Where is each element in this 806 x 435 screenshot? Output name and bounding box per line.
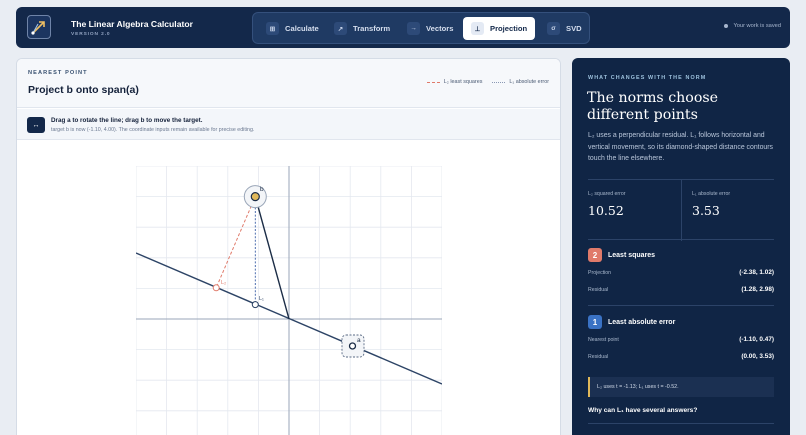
row-value: (1.28, 2.98) xyxy=(741,286,774,293)
sigma-icon: σ xyxy=(547,22,560,35)
tab-vectors[interactable]: → Vectors xyxy=(399,17,458,40)
tab-label: Calculate xyxy=(285,24,319,33)
app-title: The Linear Algebra Calculator xyxy=(71,19,193,29)
section-title: Least squares xyxy=(608,251,656,259)
drag-arrows-icon: ↔ xyxy=(27,117,45,133)
grid-icon: ⊞ xyxy=(266,22,279,35)
main-nav: ⊞ Calculate ↗ Transform → Vectors ⊥ Proj… xyxy=(252,12,590,44)
metric-l1: L₁ absolute error 3.53 xyxy=(681,180,774,241)
tab-projection[interactable]: ⊥ Projection xyxy=(463,17,535,40)
tab-label: SVD xyxy=(566,24,582,33)
row-value: (0.00, 3.53) xyxy=(741,353,774,360)
perpendicular-icon: ⊥ xyxy=(471,22,484,35)
legend-label-l2: L₂ least squares xyxy=(443,79,483,85)
tab-label: Projection xyxy=(490,24,528,33)
metric-l2: L₂ squared error 10.52 xyxy=(588,180,681,241)
why-question-link[interactable]: Why can L₁ have several answers? xyxy=(588,407,697,414)
list-item: Residual (1.28, 2.98) xyxy=(588,283,774,299)
panel-eyebrow: WHAT CHANGES WITH THE NORM xyxy=(588,75,707,81)
error-metrics: L₂ squared error 10.52 L₁ absolute error… xyxy=(588,179,774,241)
tab-calculate[interactable]: ⊞ Calculate xyxy=(258,17,322,40)
hint-title: Drag a to rotate the line; drag b to mov… xyxy=(51,117,203,124)
least-absolute-section: 1 Least absolute error Nearest point (-1… xyxy=(588,315,774,366)
tab-label: Vectors xyxy=(426,24,454,33)
dotted-line-icon xyxy=(492,81,506,83)
row-value: (-1.10, 0.47) xyxy=(739,336,774,343)
section-header: 2 Least squares xyxy=(588,248,774,262)
badge: 2 xyxy=(588,248,602,262)
tab-label: Transform xyxy=(353,24,391,33)
parameter-note: L₂ uses t = -1.13; L₁ uses t = -0.52. xyxy=(588,377,774,397)
app-logo xyxy=(27,15,51,39)
plot-legend: L₂ least squares L₁ absolute error xyxy=(417,79,549,85)
point-b-label: b xyxy=(260,186,264,193)
section-title: Least absolute error xyxy=(608,318,676,326)
section-header: 1 Least absolute error xyxy=(588,315,774,329)
projection-panel: NEAREST POINT Project b onto span(a) L₂ … xyxy=(16,58,561,435)
norms-panel: WHAT CHANGES WITH THE NORM The norms cho… xyxy=(572,58,790,435)
app-version: VERSION 2.0 xyxy=(71,32,111,37)
dashed-line-icon xyxy=(426,81,440,83)
l2-point xyxy=(212,284,220,292)
save-status-text: Your work is saved xyxy=(733,23,781,29)
metric-value: 3.53 xyxy=(692,203,720,218)
projection-plot[interactable]: L₂ L₁ b a xyxy=(136,166,442,435)
point-a[interactable] xyxy=(348,342,357,350)
page-title: Project b onto span(a) xyxy=(28,84,139,96)
metric-label: L₂ squared error xyxy=(588,191,626,197)
tab-transform[interactable]: ↗ Transform xyxy=(326,17,394,40)
hint-detail: target b is now (-1.10, 4.00). The coord… xyxy=(51,127,255,133)
divider xyxy=(588,305,774,306)
status-dot-icon xyxy=(724,24,729,28)
row-key: Residual xyxy=(588,287,609,293)
row-key: Nearest point xyxy=(588,337,619,343)
point-b[interactable] xyxy=(250,192,260,202)
note-text: L₂ uses t = -1.13; L₁ uses t = -0.52. xyxy=(597,384,679,390)
point-a-label: a xyxy=(357,337,361,344)
arrow-right-icon: → xyxy=(407,22,420,35)
tab-svd[interactable]: σ SVD xyxy=(539,17,585,40)
badge: 1 xyxy=(588,315,602,329)
row-key: Residual xyxy=(588,354,609,360)
row-key: Projection xyxy=(588,270,612,276)
calculator-logo-icon xyxy=(31,21,45,35)
list-item: Residual (0.00, 3.53) xyxy=(588,350,774,366)
section-eyebrow: NEAREST POINT xyxy=(28,70,88,76)
panel-title: The norms choose different points xyxy=(587,90,719,123)
l1-point-label: L₁ xyxy=(259,296,264,302)
list-item: Projection (-2.38, 1.02) xyxy=(588,266,774,282)
drag-hint: ↔ Drag a to rotate the line; drag b to m… xyxy=(17,109,560,140)
row-value: (-2.38, 1.02) xyxy=(739,269,774,276)
app-header: The Linear Algebra Calculator VERSION 2.… xyxy=(16,7,790,48)
list-item: Nearest point (-1.10, 0.47) xyxy=(588,333,774,349)
least-squares-section: 2 Least squares Projection (-2.38, 1.02)… xyxy=(588,248,774,299)
l2-point-label: L₂ xyxy=(221,280,226,286)
l2-residual xyxy=(215,196,256,288)
metric-value: 10.52 xyxy=(588,203,624,218)
legend-item-l1: L₁ absolute error xyxy=(492,79,549,85)
arrow-up-right-icon: ↗ xyxy=(334,22,347,35)
legend-label-l1: L₁ absolute error xyxy=(509,79,549,85)
panel-header: NEAREST POINT Project b onto span(a) L₂ … xyxy=(17,59,560,108)
legend-item-l2: L₂ least squares xyxy=(426,79,483,85)
l1-point xyxy=(251,301,259,309)
save-status: Your work is saved xyxy=(724,23,781,29)
divider xyxy=(588,423,774,424)
metric-label: L₁ absolute error xyxy=(692,191,731,197)
panel-description: L₂ uses a perpendicular residual. L₁ fol… xyxy=(588,132,773,163)
